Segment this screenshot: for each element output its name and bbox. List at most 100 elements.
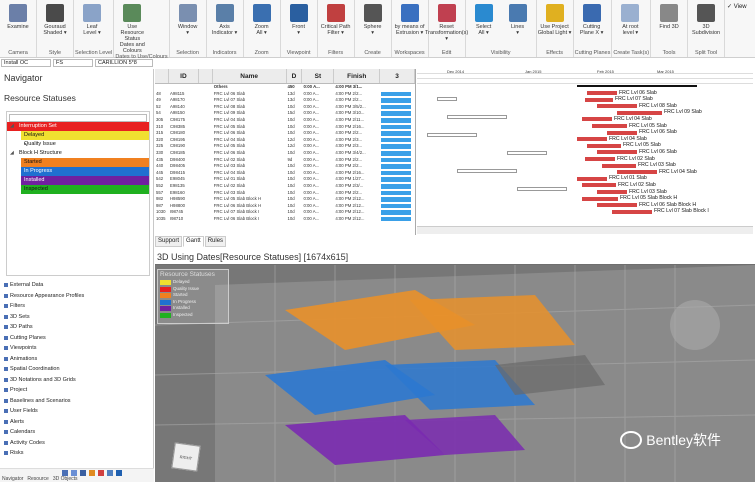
gantt-bar[interactable] bbox=[585, 157, 615, 161]
ribbon-button[interactable]: Critical Path Filter ▾ bbox=[319, 2, 353, 36]
gantt-bar[interactable] bbox=[585, 97, 613, 102]
gantt-bar[interactable] bbox=[577, 176, 607, 181]
ribbon-button[interactable]: Gouraud Shaded ▾ bbox=[38, 2, 72, 36]
table-row[interactable]: 305 C98175 FRC Lvl 04 Slab 10d 0:00 A... 4:00… bbox=[155, 117, 415, 124]
gantt-bar[interactable] bbox=[582, 117, 612, 122]
workspace-item[interactable]: Project bbox=[2, 385, 152, 396]
workspace-item[interactable]: Baselines and Scenarios bbox=[2, 396, 152, 407]
baseline-bar[interactable] bbox=[457, 169, 517, 173]
workspace-item[interactable]: 3D Notations and 3D Grids bbox=[2, 375, 152, 386]
tab-support[interactable]: Support bbox=[155, 236, 183, 247]
baseline-bar[interactable] bbox=[507, 151, 547, 155]
ribbon-button[interactable]: Window ▾ bbox=[171, 2, 205, 36]
table-row[interactable]: 445 D98415 FRC Lvl 04 Slab 10d 0:00 A... 4:00… bbox=[155, 170, 415, 177]
status-tree-item[interactable]: ▸ Quality Issue bbox=[21, 140, 149, 149]
tab-rules[interactable]: Rules bbox=[204, 236, 227, 247]
col-header-start[interactable]: St bbox=[302, 69, 335, 83]
status-icon[interactable] bbox=[98, 470, 104, 476]
ribbon-button[interactable]: Select All ▾ bbox=[467, 2, 501, 36]
status-tree-item[interactable]: Installed bbox=[21, 176, 149, 185]
gantt-bar[interactable] bbox=[587, 143, 621, 148]
expand-arrow-icon[interactable]: ▸ bbox=[24, 140, 27, 149]
workspace-item[interactable]: User Fields bbox=[2, 406, 152, 417]
tree-icon[interactable] bbox=[80, 470, 86, 476]
ribbon-button[interactable]: Examine bbox=[1, 2, 35, 30]
gantt-bar[interactable] bbox=[602, 163, 636, 168]
baseline-bar[interactable] bbox=[427, 133, 477, 137]
workspace-item[interactable]: Animations bbox=[2, 354, 152, 365]
gantt-bar[interactable] bbox=[587, 91, 617, 95]
baseline-bar[interactable] bbox=[437, 97, 457, 101]
status-tree-item[interactable]: ◢ Interruption Set bbox=[7, 122, 149, 131]
navigator-tab[interactable]: Navigator bbox=[2, 476, 23, 482]
summary-bar[interactable] bbox=[577, 85, 697, 87]
filter-select-1[interactable]: Install OC bbox=[1, 59, 51, 67]
ribbon-button[interactable]: Reset Transformation(s) ▾ bbox=[425, 2, 468, 42]
workspace-item[interactable]: 3D Paths bbox=[2, 322, 152, 333]
gantt-bar[interactable] bbox=[597, 203, 637, 208]
table-row[interactable]: 982 H98590 FRC Lvl 05 Slab Block H 10d 0:00 … bbox=[155, 196, 415, 203]
status-tree-item[interactable]: ◢ Block H Structure bbox=[7, 149, 149, 158]
gantt-bar[interactable] bbox=[617, 170, 657, 175]
navigator-tab[interactable]: 3D Objects bbox=[53, 476, 78, 482]
baseline-bar[interactable] bbox=[517, 187, 567, 191]
view-cube[interactable]: RIGHT bbox=[171, 442, 201, 472]
workspace-item[interactable]: Calendars bbox=[2, 427, 152, 438]
gantt-bar[interactable] bbox=[582, 196, 618, 201]
table-row[interactable]: 315 C98180 FRC Lvl 06 Slab 10d 0:00 A... 4:00… bbox=[155, 130, 415, 137]
ribbon-button[interactable]: Leaf Level ▾ bbox=[75, 2, 109, 36]
gantt-bar[interactable] bbox=[592, 124, 627, 128]
col-header-duration[interactable]: D bbox=[287, 69, 303, 83]
workspace-item[interactable]: Resource Appearance Profiles bbox=[2, 291, 152, 302]
ribbon-button[interactable]: Find 3D bbox=[652, 2, 686, 30]
table-row[interactable]: 435 D98400 FRC Lvl 02 Slab 9d 0:00 A... 4:00 … bbox=[155, 157, 415, 164]
gantt-bar[interactable] bbox=[577, 137, 607, 142]
table-row[interactable]: 557 E98160 FRC Lvl 03 Slab 10d 0:00 A... 4:00… bbox=[155, 190, 415, 197]
ribbon-button[interactable]: Front ▾ bbox=[282, 2, 316, 36]
workspace-item[interactable]: External Data bbox=[2, 280, 152, 291]
table-row[interactable]: 325 C98190 FRC Lvl 05 Slab 12d 0:00 A... 4:00… bbox=[155, 143, 415, 150]
view-3d-canvas[interactable]: Resource Statuses Delayed Quality Issue St… bbox=[155, 265, 755, 482]
table-row[interactable]: 542 E98045 FRC Lvl 01 Slab 10d 0:00 A... 4:00… bbox=[155, 176, 415, 183]
help-icon[interactable] bbox=[116, 470, 122, 476]
ribbon-button[interactable]: Axis Indicator ▾ bbox=[208, 2, 242, 36]
table-row[interactable]: 987 H98800 FRC Lvl 06 Slab Block H 10d 0:00 … bbox=[155, 203, 415, 210]
view-toggle[interactable]: ✓ View bbox=[725, 0, 749, 57]
status-tree-item[interactable]: In Progress bbox=[21, 167, 149, 176]
workspace-item[interactable]: Activity Codes bbox=[2, 438, 152, 449]
filter-select-3[interactable]: CARILLION 5*8 bbox=[95, 59, 153, 67]
gantt-scrollbar[interactable] bbox=[417, 226, 753, 234]
workspace-item[interactable]: Filters bbox=[2, 301, 152, 312]
filter-select-2[interactable]: FS bbox=[53, 59, 93, 67]
table-row[interactable]: 54 A98150 FRC Lvl 09 Slab 15d 0:00 A... 4:00 … bbox=[155, 110, 415, 117]
col-header-finish[interactable]: Finish bbox=[334, 69, 381, 83]
ribbon-button[interactable]: At root level ▾ bbox=[613, 2, 647, 36]
col-header-name[interactable]: Name bbox=[213, 69, 287, 83]
table-row[interactable]: Others 450 0:00 A... 4:00 PM 3/1... bbox=[155, 84, 415, 91]
col-header-id[interactable]: ID bbox=[169, 69, 199, 83]
workspace-item[interactable]: Viewpoints bbox=[2, 343, 152, 354]
workspace-item[interactable]: Cutting Planes bbox=[2, 333, 152, 344]
table-row[interactable]: 552 E98135 FRC Lvl 02 Slab 10d 0:00 A... 4:00… bbox=[155, 183, 415, 190]
status-tree-item[interactable]: Started bbox=[21, 158, 149, 167]
gantt-bar[interactable] bbox=[597, 190, 627, 194]
table-row[interactable]: 1030 I98745 FRC Lvl 07 Slab Block I 10d 0:00… bbox=[155, 209, 415, 216]
navigator-tab[interactable]: Resource bbox=[27, 476, 48, 482]
tree-root-row[interactable] bbox=[9, 114, 147, 122]
workspace-item[interactable]: Spatial Coordination bbox=[2, 364, 152, 375]
gantt-bar[interactable] bbox=[582, 183, 616, 188]
ribbon-button[interactable]: Lines ▾ bbox=[501, 2, 535, 36]
settings-icon[interactable] bbox=[107, 470, 113, 476]
status-tree-item[interactable]: Delayed bbox=[21, 131, 149, 140]
resource-icon[interactable] bbox=[89, 470, 95, 476]
workspace-item[interactable]: 3D Sets bbox=[2, 312, 152, 323]
workspace-item[interactable]: Risks bbox=[2, 448, 152, 459]
ribbon-button[interactable]: Sphere ▾ bbox=[356, 2, 390, 36]
table-row[interactable]: 440 D98405 FRC Lvl 03 Slab 10d 0:00 A... 4:00… bbox=[155, 163, 415, 170]
col-header-extra[interactable]: 3 bbox=[380, 69, 415, 83]
workspace-item[interactable]: Alerts bbox=[2, 417, 152, 428]
gantt-bar[interactable] bbox=[617, 110, 662, 115]
ribbon-button[interactable]: by means of Extrusion ▾ bbox=[393, 2, 427, 36]
tab-gantt[interactable]: Gantt bbox=[183, 236, 204, 247]
ribbon-button[interactable]: Use Resource Status Dates and Colours bbox=[115, 2, 149, 54]
